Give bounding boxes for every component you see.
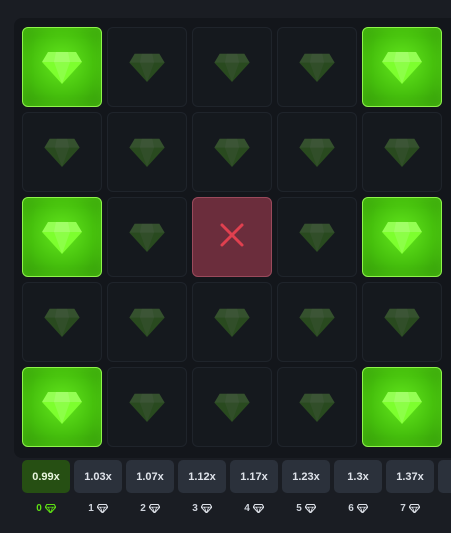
diamond-icon (42, 390, 82, 424)
diamond-icon (299, 392, 335, 422)
gem-count-label: 3 (178, 500, 226, 516)
diamond-icon (384, 307, 420, 337)
gem-count-value: 3 (192, 502, 198, 514)
diamond-icon (129, 222, 165, 252)
multiplier-bar: 0.99x 1.03x 1.07x 1.12x 1.17x 1.23x 1.3x 1.37x (22, 460, 451, 493)
diamond-icon (148, 503, 160, 513)
diamond-icon (214, 307, 250, 337)
gem-count-label: 7 (386, 500, 434, 516)
gem-count-label: 5 (282, 500, 330, 516)
diamond-icon (299, 52, 335, 82)
diamond-icon (356, 503, 368, 513)
diamond-icon (129, 137, 165, 167)
gem-count-value: 1 (88, 502, 94, 514)
gem-tile[interactable] (22, 197, 102, 277)
diamond-icon (384, 137, 420, 167)
hidden-tile[interactable] (192, 282, 272, 362)
gem-tile[interactable] (362, 367, 442, 447)
gem-count-label: 0 (22, 500, 70, 516)
multiplier-chip: 0.99x (22, 460, 70, 493)
multiplier-chip-overflow (438, 460, 451, 493)
hidden-tile[interactable] (107, 282, 187, 362)
multiplier-chip: 1.12x (178, 460, 226, 493)
hidden-tile[interactable] (362, 282, 442, 362)
multiplier-chip: 1.03x (74, 460, 122, 493)
hidden-tile[interactable] (277, 282, 357, 362)
hidden-tile[interactable] (192, 27, 272, 107)
gem-tile[interactable] (362, 197, 442, 277)
diamond-icon (200, 503, 212, 513)
diamond-icon (304, 503, 316, 513)
diamond-icon (382, 50, 422, 84)
diamond-icon (299, 137, 335, 167)
hidden-tile[interactable] (107, 367, 187, 447)
diamond-icon (214, 52, 250, 82)
diamond-icon (382, 220, 422, 254)
diamond-icon (129, 52, 165, 82)
multiplier-chip: 1.23x (282, 460, 330, 493)
diamond-icon (129, 392, 165, 422)
multiplier-chip: 1.37x (386, 460, 434, 493)
gem-tile[interactable] (22, 27, 102, 107)
diamond-icon (44, 307, 80, 337)
close-icon (219, 222, 245, 253)
gem-count-value: 5 (296, 502, 302, 514)
hidden-tile[interactable] (277, 112, 357, 192)
hidden-tile[interactable] (22, 282, 102, 362)
diamond-icon (214, 137, 250, 167)
diamond-icon (96, 503, 108, 513)
multiplier-chip: 1.3x (334, 460, 382, 493)
diamond-icon (382, 390, 422, 424)
gem-count-value: 6 (348, 502, 354, 514)
gem-count-value: 4 (244, 502, 250, 514)
gem-count-label: 6 (334, 500, 382, 516)
gem-tile[interactable] (362, 27, 442, 107)
hidden-tile[interactable] (22, 112, 102, 192)
mine-tile[interactable] (192, 197, 272, 277)
diamond-icon (299, 307, 335, 337)
gem-count-label: 1 (74, 500, 122, 516)
diamond-icon (44, 137, 80, 167)
hidden-tile[interactable] (107, 112, 187, 192)
hidden-tile[interactable] (192, 112, 272, 192)
tile-grid (22, 27, 442, 447)
gem-count-label: 4 (230, 500, 278, 516)
hidden-tile[interactable] (277, 197, 357, 277)
gem-count-value: 2 (140, 502, 146, 514)
diamond-icon (44, 503, 56, 513)
diamond-icon (214, 392, 250, 422)
gem-count-value: 7 (400, 502, 406, 514)
hidden-tile[interactable] (107, 197, 187, 277)
gem-tile[interactable] (22, 367, 102, 447)
diamond-icon (299, 222, 335, 252)
hidden-tile[interactable] (192, 367, 272, 447)
multiplier-chip: 1.07x (126, 460, 174, 493)
diamond-icon (252, 503, 264, 513)
diamond-icon (129, 307, 165, 337)
diamond-icon (42, 50, 82, 84)
hidden-tile[interactable] (277, 27, 357, 107)
gem-count-value: 0 (36, 502, 42, 514)
diamond-icon (408, 503, 420, 513)
hidden-tile[interactable] (107, 27, 187, 107)
gem-count-label: 2 (126, 500, 174, 516)
diamond-icon (42, 220, 82, 254)
hidden-tile[interactable] (277, 367, 357, 447)
gem-count-bar: 0 1 2 3 4 5 6 7 (22, 500, 434, 516)
hidden-tile[interactable] (362, 112, 442, 192)
multiplier-chip: 1.17x (230, 460, 278, 493)
